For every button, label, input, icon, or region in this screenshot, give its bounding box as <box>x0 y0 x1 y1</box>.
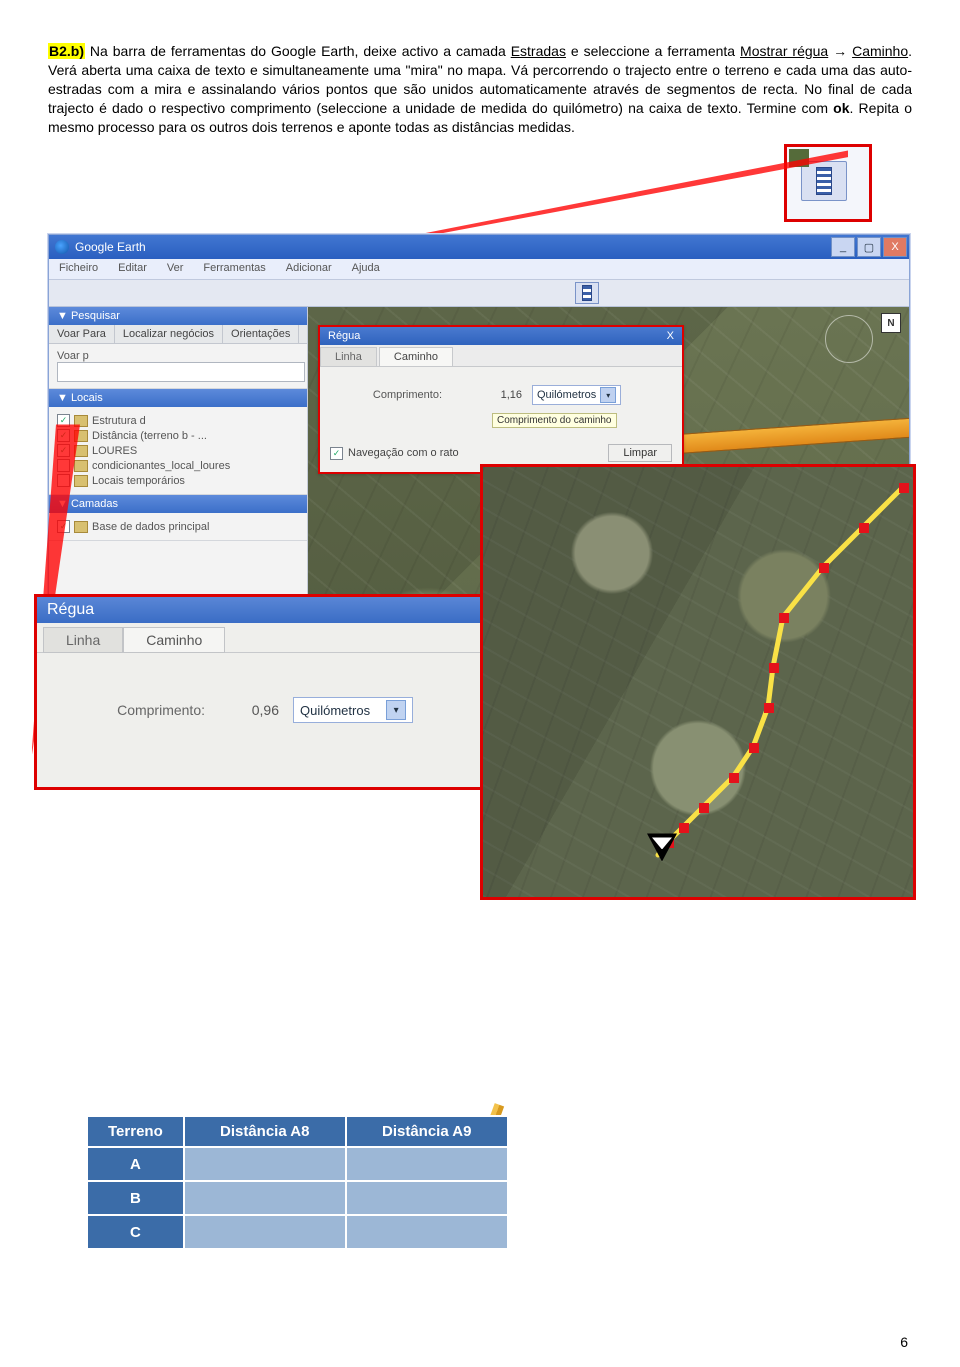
menu-item[interactable]: Ajuda <box>342 259 390 279</box>
table-header: Distância A9 <box>346 1116 508 1147</box>
window-maximize-button[interactable]: ▢ <box>857 237 881 257</box>
tab-caminho[interactable]: Caminho <box>379 347 453 366</box>
folder-icon <box>74 475 88 487</box>
table-cell <box>184 1181 346 1215</box>
search-block: Voar p <box>49 344 307 389</box>
tree-item[interactable]: LOURES <box>92 445 137 457</box>
window-minimize-button[interactable]: _ <box>831 237 855 257</box>
compass-north: N <box>881 313 901 333</box>
ruler-dialog-zoom: Régua Linha Caminho Comprimento: 0,96 Qu… <box>34 594 510 790</box>
ruler-icon <box>816 167 832 195</box>
tree-item[interactable]: Distância (terreno b - ... <box>92 430 207 442</box>
length-label: Comprimento: <box>332 389 442 401</box>
app-logo-icon <box>55 240 69 254</box>
unit-select[interactable]: Quilómetros ▾ <box>293 697 413 723</box>
table-cell <box>346 1215 508 1249</box>
page-number: 6 <box>900 1334 908 1350</box>
table-header: Distância A8 <box>184 1116 346 1147</box>
dialog-title: Régua <box>328 330 360 342</box>
unit-select[interactable]: Quilómetros ▾ <box>532 385 621 405</box>
task-label: B2.b) <box>48 43 85 59</box>
length-label: Comprimento: <box>55 702 205 718</box>
ruler-tool-button[interactable] <box>575 282 599 304</box>
table-row-header: B <box>87 1181 184 1215</box>
places-tree: ✓Estrutura d ✓Distância (terreno b - ...… <box>49 407 307 495</box>
table-header: Terreno <box>87 1116 184 1147</box>
tab-linha[interactable]: Linha <box>43 627 123 653</box>
tab-linha[interactable]: Linha <box>320 347 377 366</box>
tree-item[interactable]: condicionantes_local_loures <box>92 460 230 472</box>
table-row-header: A <box>87 1147 184 1181</box>
path-overlay <box>483 467 913 897</box>
table-cell <box>184 1215 346 1249</box>
folder-icon <box>74 460 88 472</box>
flyto-input[interactable] <box>57 362 305 382</box>
answer-table: Terreno Distância A8 Distância A9 A B C <box>86 1115 509 1250</box>
tooltip: Comprimento do caminho <box>492 413 617 428</box>
sidebar-header-search[interactable]: ▼ Pesquisar <box>49 307 307 325</box>
tab-caminho[interactable]: Caminho <box>123 627 225 653</box>
menu-item[interactable]: Ferramentas <box>193 259 275 279</box>
ruler-icon <box>582 285 592 301</box>
nav-compass-icon[interactable] <box>825 315 873 363</box>
tree-item[interactable]: Estrutura d <box>92 415 146 427</box>
table-cell <box>184 1147 346 1181</box>
window-titlebar: Google Earth _ ▢ X <box>49 235 909 259</box>
mouse-nav-label: Navegação com o rato <box>348 447 459 459</box>
search-tab[interactable]: Localizar negócios <box>115 325 223 343</box>
menu-item[interactable]: Editar <box>108 259 157 279</box>
sidebar-header-layers[interactable]: ▼ Camadas <box>49 495 307 513</box>
table-cell <box>346 1181 508 1215</box>
flyto-label: Voar p <box>57 350 89 362</box>
search-tab[interactable]: Orientações <box>223 325 299 343</box>
menu-bar: Ficheiro Editar Ver Ferramentas Adiciona… <box>49 259 909 280</box>
length-value: 0,96 <box>219 702 279 718</box>
ruler-toolbar-button[interactable] <box>801 161 847 201</box>
search-tab[interactable]: Voar Para <box>49 325 115 343</box>
layers-tree: ✓Base de dados principal <box>49 513 307 541</box>
instruction-paragraph: B2.b) Na barra de ferramentas do Google … <box>48 42 912 136</box>
menu-item[interactable]: Ficheiro <box>49 259 108 279</box>
ruler-dialog: Régua X Linha Caminho Comprimento: 1,16 <box>318 325 684 474</box>
chevron-down-icon: ▾ <box>386 700 406 720</box>
dialog-close-button[interactable]: X <box>667 330 674 342</box>
folder-icon <box>74 521 88 533</box>
search-tabs: Voar Para Localizar negócios Orientações <box>49 325 307 344</box>
menu-item[interactable]: Adicionar <box>276 259 342 279</box>
app-title: Google Earth <box>75 240 146 254</box>
figure-area: Google Earth _ ▢ X Ficheiro Editar Ver F… <box>48 154 912 1014</box>
dialog-title: Régua <box>37 597 507 623</box>
tree-item[interactable]: Locais temporários <box>92 475 185 487</box>
window-close-button[interactable]: X <box>883 237 907 257</box>
length-value: 1,16 <box>452 389 522 401</box>
chevron-down-icon: ▾ <box>600 387 616 403</box>
table-row-header: C <box>87 1215 184 1249</box>
toolbar <box>49 280 909 307</box>
tree-item[interactable]: Base de dados principal <box>92 521 209 533</box>
checkbox[interactable]: ✓ <box>330 447 343 460</box>
table-cell <box>346 1147 508 1181</box>
map-detail-callout <box>480 464 916 900</box>
menu-item[interactable]: Ver <box>157 259 194 279</box>
clear-button[interactable]: Limpar <box>608 444 672 462</box>
sidebar-header-places[interactable]: ▼ Locais <box>49 389 307 407</box>
